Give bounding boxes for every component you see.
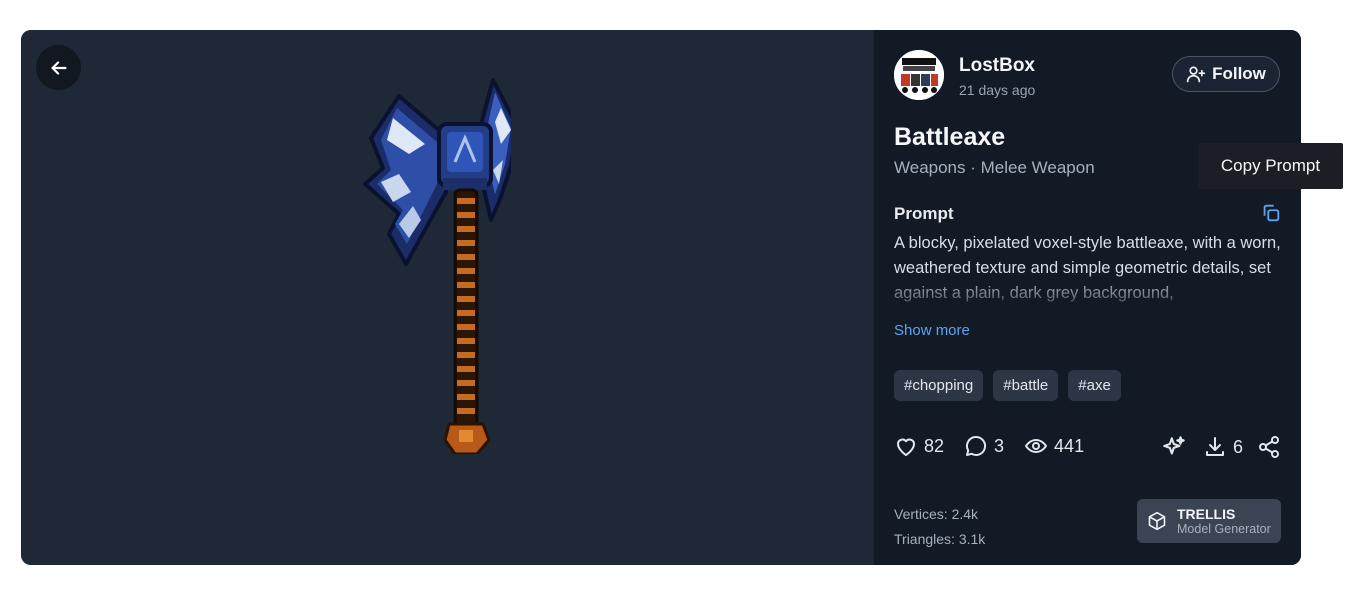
- chat-bubble-icon: [966, 435, 987, 456]
- copy-icon: [1263, 204, 1280, 222]
- model-generator-badge[interactable]: TRELLIS Model Generator: [1137, 499, 1281, 543]
- copy-prompt-tooltip: Copy Prompt: [1198, 143, 1343, 189]
- comment-count: 3: [994, 435, 1005, 456]
- asset-title: Battleaxe: [894, 123, 1006, 151]
- triangles-count: Triangles: 3.1k: [894, 531, 986, 547]
- avatar-logo: [894, 50, 944, 100]
- author-name[interactable]: LostBox: [959, 55, 1035, 77]
- engagement-stats: 82 3 441: [894, 434, 1104, 458]
- details-panel: LostBox 21 days ago Follow Battleaxe Wea…: [874, 30, 1301, 565]
- follow-button[interactable]: Follow: [1172, 56, 1280, 92]
- eye-icon: [1025, 439, 1048, 453]
- share-icon: [1259, 436, 1280, 458]
- user-plus-icon: [1186, 66, 1206, 83]
- follow-label: Follow: [1212, 64, 1266, 83]
- heart-icon: [897, 438, 915, 456]
- copy-prompt-button[interactable]: [1260, 202, 1282, 224]
- asset-card: LostBox 21 days ago Follow Battleaxe Wea…: [21, 30, 1301, 565]
- sparkles-icon: [1163, 436, 1185, 455]
- prompt-text: A blocky, pixelated voxel-style battleax…: [894, 234, 1281, 302]
- share-button[interactable]: [1257, 435, 1281, 459]
- model-viewer[interactable]: [21, 30, 874, 565]
- tag-chopping[interactable]: #chopping: [894, 370, 984, 401]
- like-count: 82: [924, 435, 945, 456]
- remix-button[interactable]: [1161, 434, 1187, 460]
- download-button[interactable]: 6: [1203, 435, 1243, 459]
- tag-battle[interactable]: #battle: [993, 370, 1059, 401]
- asset-actions: 6: [1161, 434, 1281, 460]
- arrow-left-icon: [50, 60, 67, 75]
- tag-axe[interactable]: #axe: [1068, 370, 1121, 401]
- back-button[interactable]: [36, 45, 81, 90]
- cube-icon: [1148, 511, 1166, 531]
- model-meta: Vertices: 2.4k Triangles: 3.1k: [894, 502, 985, 552]
- vertices-count: Vertices: 2.4k: [894, 506, 979, 522]
- post-time: 21 days ago: [959, 82, 1036, 98]
- author-avatar[interactable]: [894, 50, 944, 100]
- asset-category: Weapons · Melee Weapon: [894, 158, 1095, 177]
- download-count: 6: [1233, 436, 1244, 457]
- like-button[interactable]: 82: [894, 434, 944, 458]
- view-stat: 441: [1024, 434, 1084, 458]
- generator-name: TRELLIS: [1177, 505, 1236, 522]
- show-more-link[interactable]: Show more: [894, 322, 970, 339]
- prompt-heading: Prompt: [894, 204, 954, 223]
- download-icon: [1206, 437, 1224, 456]
- battleaxe-model[interactable]: [351, 74, 511, 454]
- tag-list: #chopping #battle #axe: [894, 370, 1121, 401]
- generator-subtitle: Model Generator: [1177, 521, 1271, 536]
- comment-button[interactable]: 3: [964, 434, 1004, 458]
- view-count: 441: [1054, 435, 1085, 456]
